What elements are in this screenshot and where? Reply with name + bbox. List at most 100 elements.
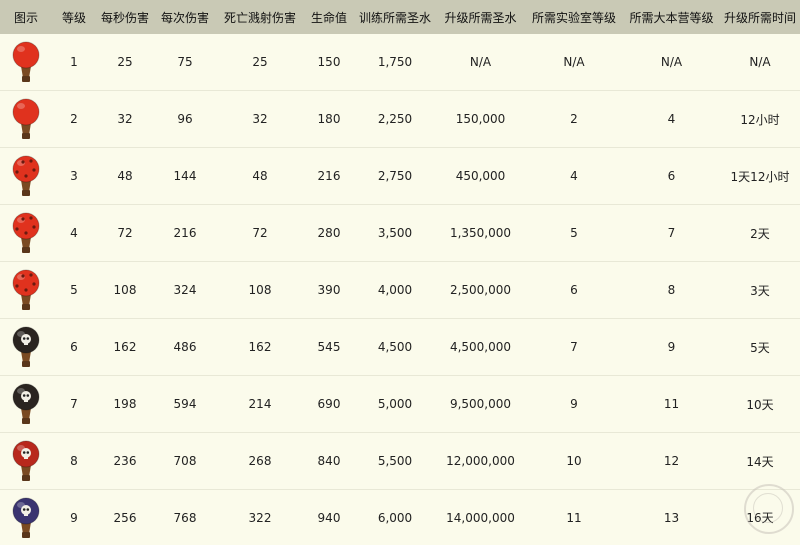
level-cell: 2: [52, 91, 96, 148]
upgrade-cost-cell: 9,500,000: [436, 376, 525, 433]
town-hall-cell: 6: [623, 148, 720, 205]
hitpoints-cell: 216: [304, 148, 354, 205]
balloon-skull-icon: [0, 382, 52, 426]
damage-per-hit-cell: 768: [154, 490, 216, 545]
upgrade-time-cell: 10天: [720, 376, 800, 433]
lab-level-cell: 6: [525, 262, 623, 319]
town-hall-cell: 7: [623, 205, 720, 262]
town-hall-cell: 11: [623, 376, 720, 433]
balloon-skull-icon: [0, 325, 52, 369]
table-row: 472216722803,5001,350,000572天: [0, 205, 800, 262]
death-damage-cell: 162: [216, 319, 304, 376]
header-row: 图示 等级 每秒伤害 每次伤害 死亡溅射伤害 生命值 训练所需圣水 升级所需圣水…: [0, 0, 800, 34]
training-cost-cell: 2,250: [354, 91, 436, 148]
icon-cell: [0, 376, 52, 433]
town-hall-cell: N/A: [623, 34, 720, 91]
upgrade-time-cell: 14天: [720, 433, 800, 490]
hitpoints-cell: 180: [304, 91, 354, 148]
training-cost-cell: 6,000: [354, 490, 436, 545]
death-damage-cell: 214: [216, 376, 304, 433]
col-header-upgrade-time: 升级所需时间: [720, 0, 800, 34]
lab-level-cell: 4: [525, 148, 623, 205]
icon-cell: [0, 490, 52, 545]
col-header-level: 等级: [52, 0, 96, 34]
upgrade-cost-cell: N/A: [436, 34, 525, 91]
lab-level-cell: 9: [525, 376, 623, 433]
balloon-spiked-icon: [0, 211, 52, 255]
upgrade-cost-cell: 1,350,000: [436, 205, 525, 262]
death-damage-cell: 108: [216, 262, 304, 319]
balloon-red-icon: [0, 40, 52, 84]
col-header-death-damage: 死亡溅射伤害: [216, 0, 304, 34]
table-row: 61624861625454,5004,500,000795天: [0, 319, 800, 376]
death-damage-cell: 72: [216, 205, 304, 262]
level-cell: 5: [52, 262, 96, 319]
upgrade-cost-cell: 450,000: [436, 148, 525, 205]
level-cell: 3: [52, 148, 96, 205]
level-cell: 6: [52, 319, 96, 376]
icon-cell: [0, 205, 52, 262]
col-header-town-hall: 所需大本营等级: [623, 0, 720, 34]
lab-level-cell: 10: [525, 433, 623, 490]
dps-cell: 198: [96, 376, 154, 433]
col-header-upgrade-cost: 升级所需圣水: [436, 0, 525, 34]
upgrade-time-cell: N/A: [720, 34, 800, 91]
training-cost-cell: 4,500: [354, 319, 436, 376]
lab-level-cell: 2: [525, 91, 623, 148]
town-hall-cell: 13: [623, 490, 720, 545]
table-row: 12575251501,750N/AN/AN/AN/A: [0, 34, 800, 91]
col-header-hitpoints: 生命值: [304, 0, 354, 34]
training-cost-cell: 4,000: [354, 262, 436, 319]
upgrade-time-cell: 5天: [720, 319, 800, 376]
table-row: 92567683229406,00014,000,000111316天: [0, 490, 800, 545]
icon-cell: [0, 34, 52, 91]
watermark-seal: [744, 484, 794, 534]
lab-level-cell: 7: [525, 319, 623, 376]
damage-per-hit-cell: 594: [154, 376, 216, 433]
icon-cell: [0, 262, 52, 319]
icon-cell: [0, 91, 52, 148]
level-cell: 9: [52, 490, 96, 545]
col-header-damage-per-hit: 每次伤害: [154, 0, 216, 34]
upgrade-cost-cell: 4,500,000: [436, 319, 525, 376]
hitpoints-cell: 150: [304, 34, 354, 91]
training-cost-cell: 1,750: [354, 34, 436, 91]
damage-per-hit-cell: 486: [154, 319, 216, 376]
dps-cell: 108: [96, 262, 154, 319]
dps-cell: 48: [96, 148, 154, 205]
dps-cell: 162: [96, 319, 154, 376]
town-hall-cell: 9: [623, 319, 720, 376]
death-damage-cell: 48: [216, 148, 304, 205]
death-damage-cell: 322: [216, 490, 304, 545]
dps-cell: 72: [96, 205, 154, 262]
balloon-spiked-icon: [0, 268, 52, 312]
training-cost-cell: 5,000: [354, 376, 436, 433]
table-row: 348144482162,750450,000461天12小时: [0, 148, 800, 205]
col-header-dps: 每秒伤害: [96, 0, 154, 34]
dps-cell: 236: [96, 433, 154, 490]
upgrade-time-cell: 3天: [720, 262, 800, 319]
level-cell: 8: [52, 433, 96, 490]
training-cost-cell: 5,500: [354, 433, 436, 490]
town-hall-cell: 4: [623, 91, 720, 148]
balloon-red-skull-icon: [0, 439, 52, 483]
hitpoints-cell: 690: [304, 376, 354, 433]
hitpoints-cell: 940: [304, 490, 354, 545]
table-row: 51083241083904,0002,500,000683天: [0, 262, 800, 319]
upgrade-cost-cell: 12,000,000: [436, 433, 525, 490]
lab-level-cell: 5: [525, 205, 623, 262]
death-damage-cell: 32: [216, 91, 304, 148]
damage-per-hit-cell: 96: [154, 91, 216, 148]
col-header-training-cost: 训练所需圣水: [354, 0, 436, 34]
balloon-purple-skull-icon: [0, 496, 52, 540]
lab-level-cell: 11: [525, 490, 623, 545]
upgrade-time-cell: 2天: [720, 205, 800, 262]
hitpoints-cell: 545: [304, 319, 354, 376]
death-damage-cell: 268: [216, 433, 304, 490]
level-cell: 7: [52, 376, 96, 433]
col-header-icon: 图示: [0, 0, 52, 34]
training-cost-cell: 2,750: [354, 148, 436, 205]
hitpoints-cell: 840: [304, 433, 354, 490]
dps-cell: 32: [96, 91, 154, 148]
town-hall-cell: 12: [623, 433, 720, 490]
